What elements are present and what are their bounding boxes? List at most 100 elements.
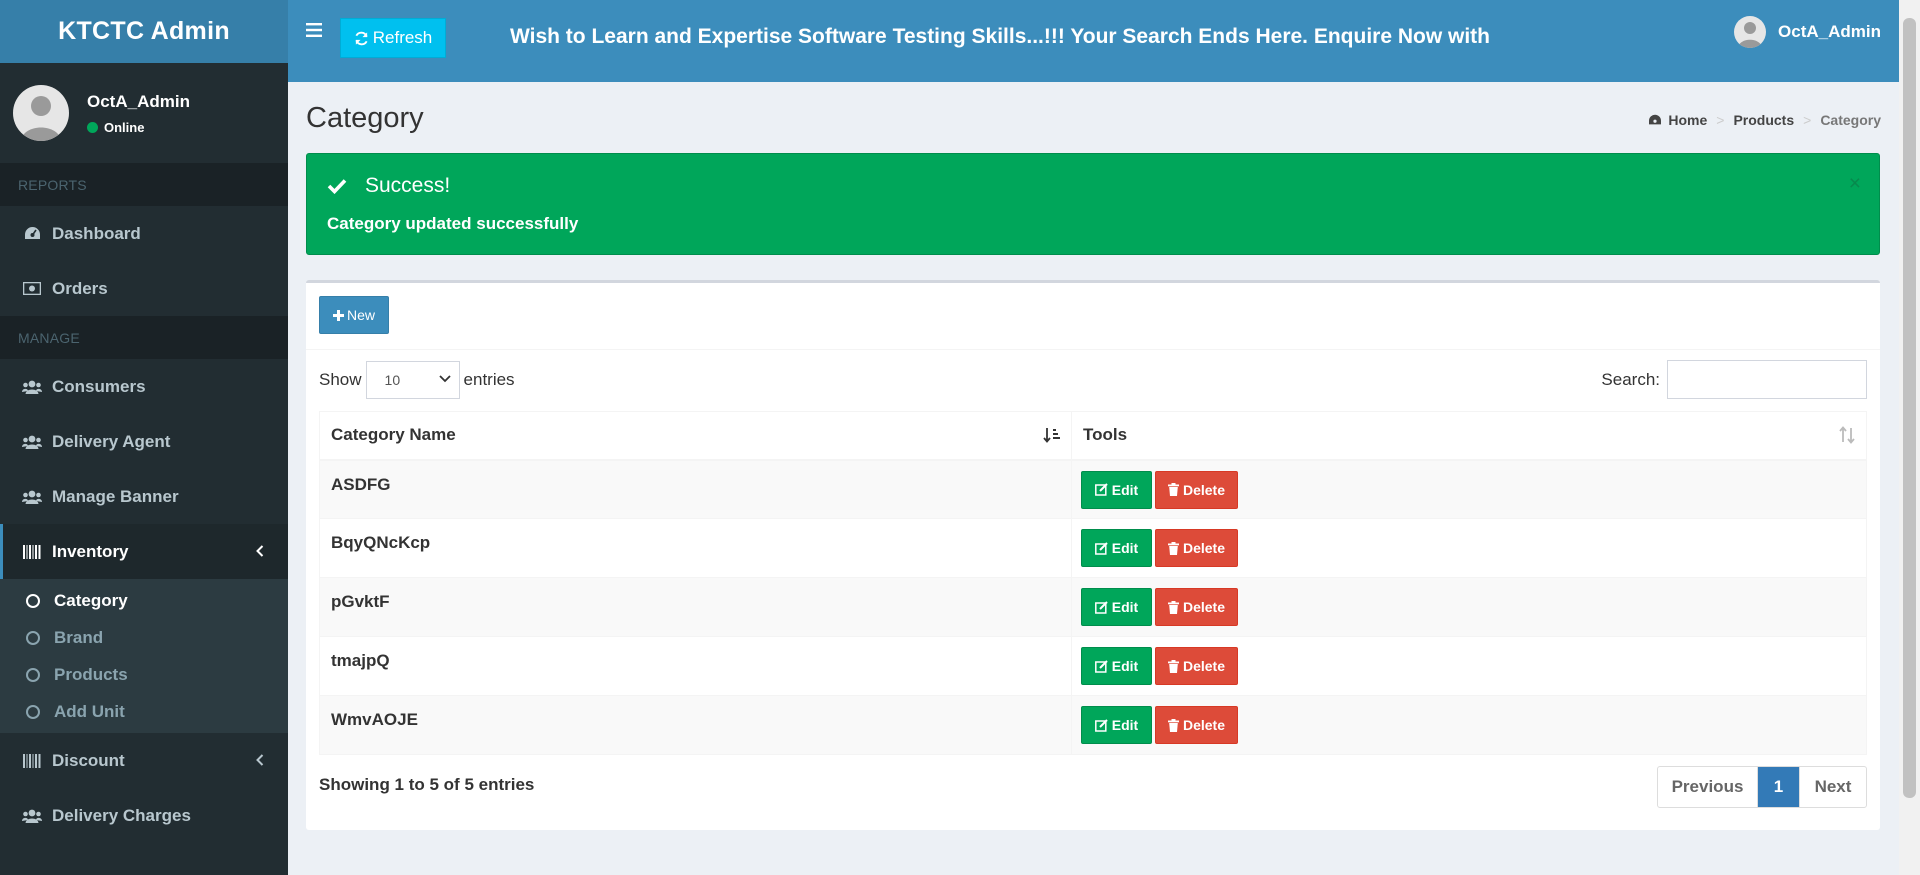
sidebar-item-orders[interactable]: Orders: [0, 261, 288, 316]
sort-asc-icon: [1043, 428, 1060, 443]
category-table: Category Name Tools ASDFG Edit Delete Bq…: [319, 411, 1867, 755]
sidebar: KTCTC Admin OctA_Admin Online REPORTS Da…: [0, 0, 288, 875]
sidebar-subitem-label: Products: [54, 664, 128, 684]
breadcrumb: Home > Products > Category: [1648, 112, 1881, 128]
sidebar-subitem-brand[interactable]: Brand: [0, 619, 288, 656]
alert-message: Category updated successfully: [327, 214, 579, 233]
breadcrumb-separator: >: [1803, 112, 1812, 128]
edit-icon: [1094, 659, 1108, 673]
edit-icon: [1094, 541, 1108, 555]
delete-button[interactable]: Delete: [1155, 470, 1238, 509]
delete-button[interactable]: Delete: [1155, 647, 1238, 685]
close-icon[interactable]: ×: [1849, 172, 1861, 196]
trash-icon: [1167, 659, 1179, 673]
sidebar-subitem-label: Add Unit: [54, 701, 125, 721]
refresh-label: Refresh: [372, 28, 433, 47]
category-name-cell: pGvktF: [319, 577, 1072, 637]
delete-button[interactable]: Delete: [1155, 588, 1238, 626]
content-wrapper: Category Home > Products > Category Succ…: [288, 82, 1899, 875]
entries-value: 10: [384, 372, 401, 388]
column-header-category-name[interactable]: Category Name: [319, 411, 1072, 461]
user-status: Online: [87, 120, 190, 135]
top-navbar: Refresh Wish to Learn and Expertise Soft…: [288, 0, 1899, 82]
pagination: Previous 1 Next: [1657, 766, 1867, 808]
refresh-button[interactable]: Refresh: [340, 18, 446, 58]
sidebar-item-label: Consumers: [52, 376, 146, 396]
entries-length: Show 10 entries: [319, 361, 515, 399]
users-icon: [22, 435, 42, 449]
delete-button[interactable]: Delete: [1155, 529, 1238, 567]
edit-label: Edit: [1111, 658, 1139, 674]
sidebar-item-label: Inventory: [52, 541, 129, 561]
menu-toggle-icon[interactable]: [306, 22, 326, 42]
edit-button[interactable]: Edit: [1081, 529, 1152, 567]
column-header-tools[interactable]: Tools: [1071, 411, 1867, 461]
circle-icon: [26, 630, 40, 645]
sidebar-subitem-products[interactable]: Products: [0, 656, 288, 693]
trash-icon: [1167, 718, 1179, 732]
category-name-cell: tmajpQ: [319, 636, 1072, 696]
app-logo[interactable]: KTCTC Admin: [0, 0, 288, 63]
pagination-next[interactable]: Next: [1799, 767, 1866, 807]
pagination-previous[interactable]: Previous: [1658, 767, 1758, 807]
sidebar-item-manage-banner[interactable]: Manage Banner: [0, 469, 288, 524]
category-name-cell: ASDFG: [319, 459, 1072, 519]
table-row: BqyQNcKcp Edit Delete: [319, 518, 1867, 578]
edit-button[interactable]: Edit: [1081, 647, 1152, 685]
breadcrumb-current: Category: [1820, 112, 1881, 128]
breadcrumb-products[interactable]: Products: [1733, 112, 1794, 128]
delete-label: Delete: [1182, 658, 1226, 674]
table-row: tmajpQ Edit Delete: [319, 636, 1867, 696]
sidebar-item-label: Delivery Charges: [52, 805, 191, 825]
delete-label: Delete: [1182, 481, 1226, 498]
user-name: OctA_Admin: [87, 91, 190, 111]
edit-button[interactable]: Edit: [1081, 588, 1152, 626]
table-row: pGvktF Edit Delete: [319, 577, 1867, 637]
user-menu[interactable]: OctA_Admin: [1734, 16, 1881, 48]
section-header-reports: REPORTS: [0, 163, 288, 206]
edit-label: Edit: [1111, 540, 1139, 556]
inventory-submenu: Category Brand Products Add Unit: [0, 579, 288, 733]
sidebar-item-inventory[interactable]: Inventory: [0, 524, 288, 579]
page-scrollbar[interactable]: [1899, 0, 1920, 875]
money-icon: [22, 282, 42, 295]
page-title: Category: [306, 102, 424, 134]
edit-button[interactable]: Edit: [1081, 706, 1152, 744]
show-label: Show: [319, 370, 362, 389]
sidebar-item-label: Manage Banner: [52, 486, 179, 506]
sidebar-subitem-category[interactable]: Category: [0, 582, 288, 619]
trash-icon: [1167, 541, 1179, 555]
sort-icon: [1839, 426, 1855, 444]
search-input[interactable]: [1667, 360, 1867, 399]
sidebar-item-label: Delivery Agent: [52, 431, 171, 451]
sidebar-subitem-add-unit[interactable]: Add Unit: [0, 693, 288, 730]
edit-icon: [1094, 718, 1108, 732]
column-header-label: Tools: [1083, 425, 1128, 445]
dashboard-icon: [22, 226, 42, 241]
edit-icon: [1094, 600, 1108, 614]
breadcrumb-home[interactable]: Home: [1668, 112, 1707, 128]
entries-label: entries: [463, 370, 515, 389]
sidebar-item-consumers[interactable]: Consumers: [0, 359, 288, 414]
pagination-page-1[interactable]: 1: [1758, 767, 1799, 807]
chevron-left-icon: [256, 542, 264, 562]
circle-icon: [26, 667, 40, 682]
edit-icon: [1094, 483, 1108, 496]
scrollbar-thumb[interactable]: [1903, 18, 1916, 798]
table-row: ASDFG Edit Delete: [319, 459, 1867, 519]
new-category-button[interactable]: New: [319, 296, 389, 334]
avatar: [1734, 16, 1767, 48]
edit-button[interactable]: Edit: [1081, 470, 1152, 509]
sidebar-item-delivery-agent[interactable]: Delivery Agent: [0, 414, 288, 469]
table-info: Showing 1 to 5 of 5 entries: [319, 775, 535, 794]
sidebar-item-label: Orders: [52, 278, 108, 298]
sidebar-item-discount[interactable]: Discount: [0, 733, 288, 788]
sidebar-item-dashboard[interactable]: Dashboard: [0, 206, 288, 261]
alert-title: Success!: [365, 174, 451, 197]
category-box: New Show 10 entries Search: Category Nam…: [306, 280, 1880, 830]
entries-select[interactable]: 10: [365, 361, 460, 399]
sidebar-subitem-label: Brand: [54, 627, 104, 647]
table-search: Search:: [1601, 360, 1867, 399]
delete-button[interactable]: Delete: [1155, 706, 1238, 744]
sidebar-item-delivery-charges[interactable]: Delivery Charges: [0, 788, 288, 843]
